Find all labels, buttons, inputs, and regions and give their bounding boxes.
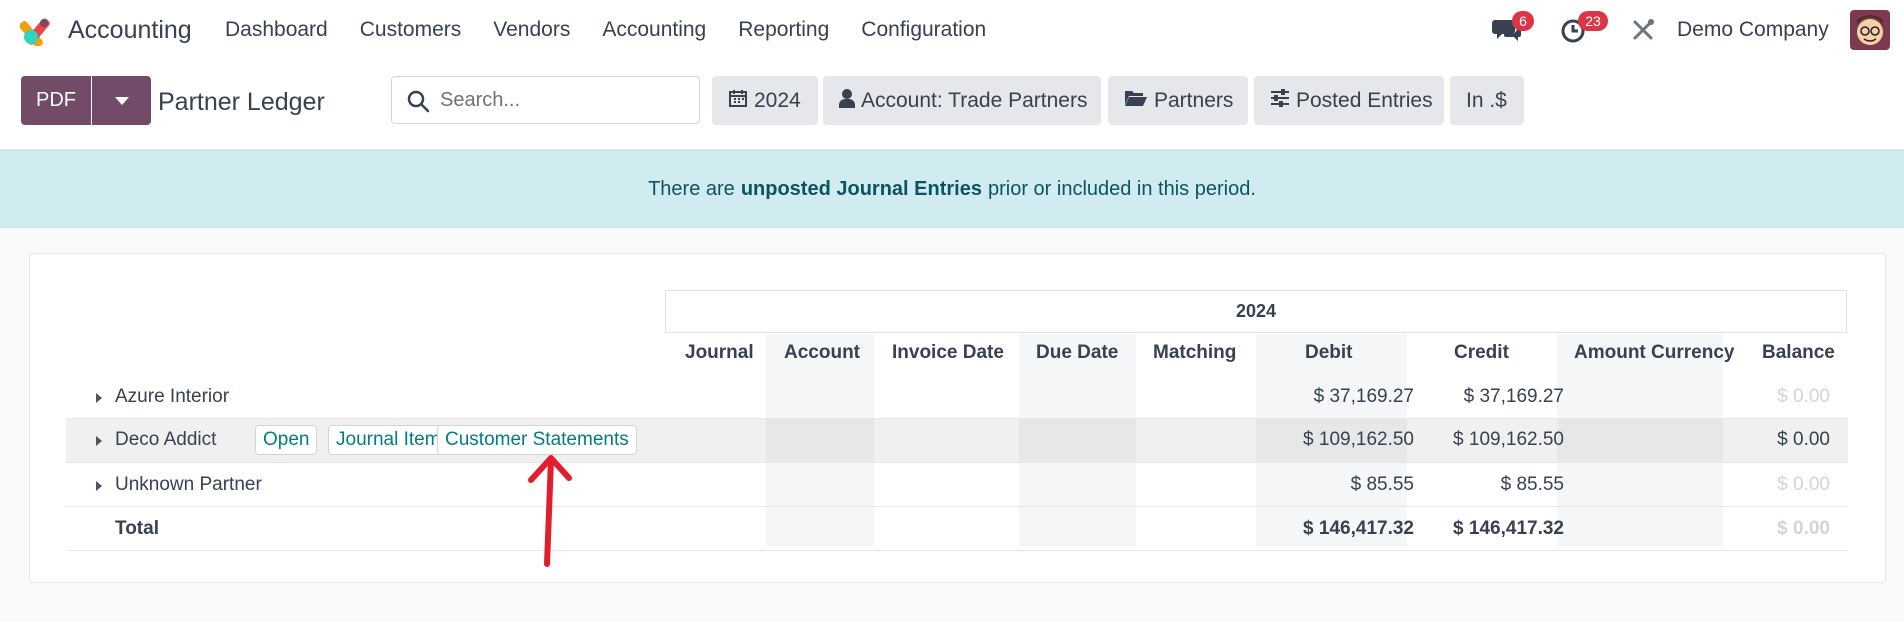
- main-menu: Dashboard Customers Vendors Accounting R…: [225, 18, 986, 42]
- unposted-entries-alert: There are unposted Journal Entries prior…: [0, 150, 1904, 228]
- menu-vendors[interactable]: Vendors: [493, 18, 570, 42]
- debit-value: $ 85.55: [1350, 474, 1414, 495]
- date-filter-button[interactable]: 2024: [712, 76, 818, 125]
- odoo-logo-icon[interactable]: [19, 14, 52, 48]
- menu-dashboard[interactable]: Dashboard: [225, 18, 328, 42]
- total-label: Total: [115, 518, 159, 539]
- annotation-arrow: [525, 452, 573, 568]
- tools-icon[interactable]: [1631, 16, 1661, 44]
- menu-customers[interactable]: Customers: [360, 18, 462, 42]
- column-journal: Journal: [685, 342, 754, 363]
- caret-right-icon[interactable]: [96, 436, 102, 446]
- alert-suffix: prior or included in this period.: [987, 177, 1256, 200]
- search-input[interactable]: [440, 88, 680, 112]
- partner-name: Unknown Partner: [115, 474, 262, 495]
- balance-value: $ 0.00: [1777, 474, 1830, 495]
- menu-configuration[interactable]: Configuration: [861, 18, 986, 42]
- partner-ledger-report: 2024 Journal Account Invoice Date Due Da…: [29, 253, 1886, 583]
- menu-accounting[interactable]: Accounting: [602, 18, 706, 42]
- balance-value: $ 0.00: [1777, 386, 1830, 407]
- partner-name: Azure Interior: [115, 386, 230, 407]
- sliders-icon: [1270, 88, 1290, 114]
- balance-value: $ 0.00: [1777, 429, 1830, 450]
- credit-value: $ 37,169.27: [1463, 386, 1564, 407]
- activities-badge: 23: [1578, 11, 1608, 31]
- caret-right-icon[interactable]: [96, 393, 102, 403]
- total-debit: $ 146,417.32: [1303, 518, 1414, 539]
- column-due-date: Due Date: [1036, 342, 1119, 363]
- column-account: Account: [784, 342, 860, 363]
- caret-right-icon[interactable]: [96, 481, 102, 491]
- top-navbar: Accounting Dashboard Customers Vendors A…: [0, 0, 1904, 60]
- partners-filter-label: Partners: [1154, 88, 1234, 112]
- control-panel: PDF Partner Ledger 2024: [0, 60, 1904, 150]
- ledger-row[interactable]: Deco Addict Open Journal Items Customer …: [66, 419, 1848, 463]
- total-balance: $ 0.00: [1777, 518, 1830, 539]
- page-title: Partner Ledger: [158, 88, 325, 116]
- period-header: 2024: [665, 290, 1847, 333]
- pdf-button[interactable]: PDF: [21, 76, 91, 125]
- column-credit: Credit: [1454, 342, 1509, 363]
- alert-emphasis: unposted Journal Entries: [740, 177, 982, 200]
- column-matching: Matching: [1153, 342, 1237, 363]
- posted-entries-filter-button[interactable]: Posted Entries: [1254, 76, 1444, 125]
- date-filter-label: 2024: [754, 88, 801, 112]
- partners-filter-button[interactable]: Partners: [1108, 76, 1248, 125]
- partner-name: Deco Addict: [115, 429, 217, 450]
- debit-value: $ 37,169.27: [1313, 386, 1414, 407]
- search-box[interactable]: [391, 76, 700, 124]
- total-row: Total $ 146,417.32 $ 146,417.32 $ 0.00: [66, 507, 1848, 551]
- menu-reporting[interactable]: Reporting: [738, 18, 829, 42]
- credit-value: $ 85.55: [1500, 474, 1564, 495]
- export-dropdown-button[interactable]: [92, 76, 151, 125]
- folder-open-icon: [1124, 88, 1148, 114]
- avatar[interactable]: [1850, 10, 1890, 50]
- total-credit: $ 146,417.32: [1453, 518, 1564, 539]
- caret-down-icon: [114, 92, 129, 110]
- account-filter-button[interactable]: Account: Trade Partners: [823, 76, 1101, 125]
- column-amount-currency: Amount Currency: [1574, 342, 1735, 363]
- messages-badge: 6: [1512, 11, 1534, 31]
- company-switcher[interactable]: Demo Company: [1677, 18, 1829, 42]
- currency-filter-label: In .$: [1466, 88, 1507, 112]
- column-balance: Balance: [1762, 342, 1835, 363]
- user-icon: [839, 88, 855, 114]
- alert-prefix: There are: [648, 177, 735, 200]
- debit-value: $ 109,162.50: [1303, 429, 1414, 450]
- currency-filter-button[interactable]: In .$: [1450, 76, 1524, 125]
- credit-value: $ 109,162.50: [1453, 429, 1564, 450]
- search-icon: [406, 89, 430, 118]
- customer-statements-button[interactable]: Customer Statements: [437, 425, 637, 455]
- column-invoice-date: Invoice Date: [892, 342, 1004, 363]
- account-filter-label: Account: Trade Partners: [861, 88, 1088, 112]
- ledger-row[interactable]: Azure Interior $ 37,169.27 $ 37,169.27 $…: [66, 375, 1848, 419]
- column-debit: Debit: [1305, 342, 1353, 363]
- ledger-row[interactable]: Unknown Partner $ 85.55 $ 85.55 $ 0.00: [66, 463, 1848, 507]
- posted-entries-filter-label: Posted Entries: [1296, 88, 1433, 112]
- app-name[interactable]: Accounting: [68, 16, 192, 45]
- calendar-icon: [728, 88, 748, 114]
- open-button[interactable]: Open: [255, 425, 318, 455]
